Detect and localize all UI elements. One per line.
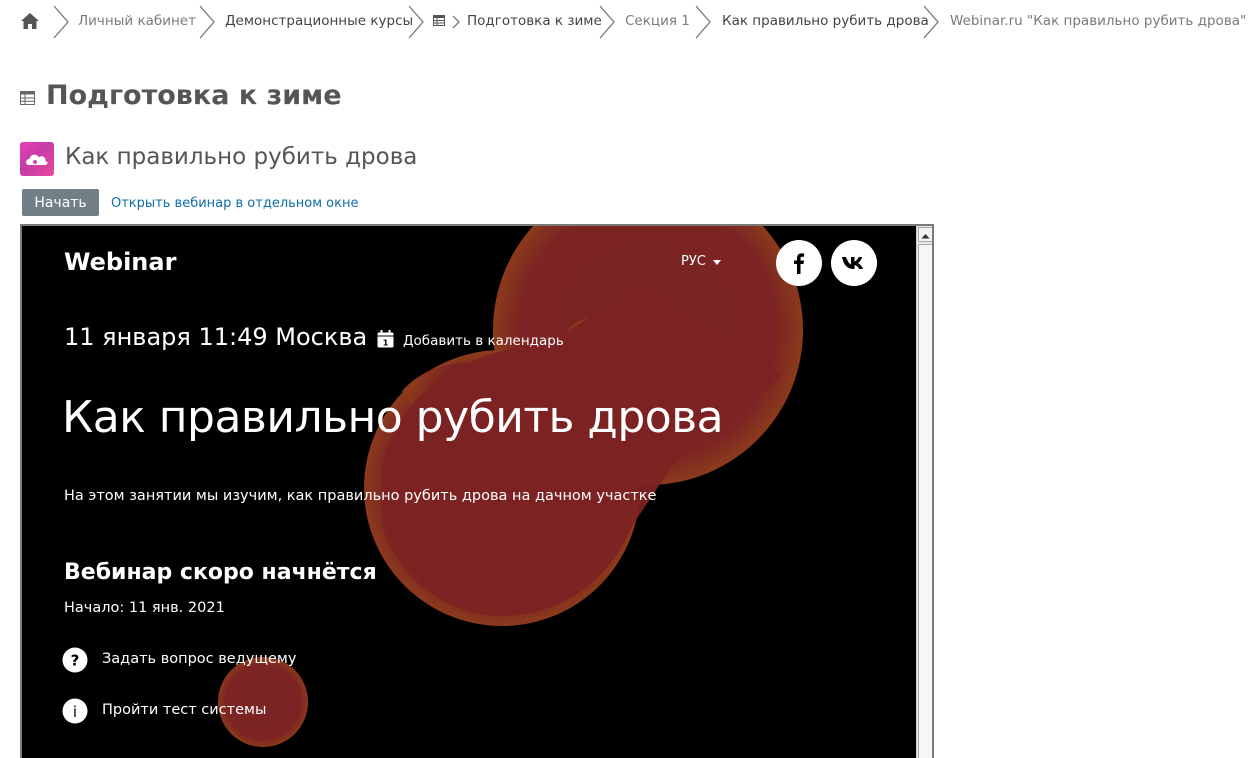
open-in-new-window-link[interactable]: Открыть вебинар в отдельном окне — [111, 196, 359, 211]
webinar-activity-icon — [20, 142, 54, 176]
breadcrumb-separator-icon — [923, 5, 939, 39]
webinar-frame[interactable]: Webinar РУС 11 января 11:49 Москва 1 Доб… — [20, 224, 934, 758]
page-title: Подготовка к зиме — [46, 80, 342, 111]
webinar-logo: Webinar — [64, 248, 177, 276]
add-to-calendar-link[interactable]: Добавить в календарь — [403, 333, 564, 349]
vk-share-button[interactable] — [831, 240, 877, 286]
course-table-icon — [433, 15, 445, 26]
facebook-share-button[interactable] — [776, 240, 822, 286]
breadcrumb-item-demo-courses[interactable]: Демонстрационные курсы — [225, 13, 413, 29]
ask-question-button[interactable]: ? Задать вопрос ведущему — [62, 646, 322, 674]
info-icon: i — [62, 698, 88, 724]
webinar-status: Вебинар скоро начнётся — [64, 560, 377, 585]
breadcrumb-separator-icon — [452, 15, 460, 29]
start-button[interactable]: Начать — [22, 189, 99, 216]
svg-text:?: ? — [71, 652, 80, 670]
home-icon[interactable] — [20, 11, 40, 31]
breadcrumb: Личный кабинет Демонстрационные курсы По… — [0, 0, 1250, 44]
breadcrumb-separator-icon — [199, 5, 215, 39]
webinar-title: Как правильно рубить дрова — [62, 392, 724, 443]
webinar-viewport: Webinar РУС 11 января 11:49 Москва 1 Доб… — [22, 226, 916, 758]
vertical-scrollbar[interactable] — [916, 226, 932, 758]
breadcrumb-item-section[interactable]: Секция 1 — [625, 13, 690, 29]
svg-text:i: i — [73, 703, 77, 721]
cloud-icon — [26, 154, 48, 165]
scroll-up-button[interactable] — [918, 227, 932, 242]
breadcrumb-separator-icon — [599, 5, 615, 39]
system-test-label: Пройти тест системы — [102, 702, 267, 718]
activity-title: Как правильно рубить дрова — [65, 144, 418, 170]
arrow-up-icon — [921, 234, 930, 239]
calendar-icon[interactable]: 1 — [377, 330, 394, 348]
facebook-icon — [794, 253, 805, 274]
webinar-date: 11 января 11:49 Москва — [64, 323, 368, 351]
breadcrumb-separator-icon — [53, 5, 69, 39]
breadcrumb-item-dashboard[interactable]: Личный кабинет — [78, 13, 196, 29]
breadcrumb-item-activity[interactable]: Как правильно рубить дрова — [722, 13, 929, 29]
breadcrumb-separator-icon — [408, 5, 424, 39]
question-icon: ? — [62, 647, 88, 673]
breadcrumb-separator-icon — [695, 5, 711, 39]
breadcrumb-item-course[interactable]: Подготовка к зиме — [467, 13, 602, 29]
breadcrumb-item-current: Webinar.ru "Как правильно рубить дрова" — [950, 13, 1247, 29]
webinar-description: На этом занятии мы изучим, как правильно… — [64, 488, 657, 504]
chevron-down-icon — [713, 260, 721, 265]
calendar-day: 1 — [383, 339, 389, 348]
system-test-button[interactable]: i Пройти тест системы — [62, 697, 322, 725]
ask-question-label: Задать вопрос ведущему — [102, 651, 297, 667]
course-table-icon — [20, 91, 35, 105]
vk-icon — [842, 257, 863, 269]
language-select[interactable]: РУС — [681, 254, 706, 269]
scroll-thumb[interactable] — [918, 244, 932, 758]
webinar-start-time: Начало: 11 янв. 2021 — [64, 600, 225, 616]
